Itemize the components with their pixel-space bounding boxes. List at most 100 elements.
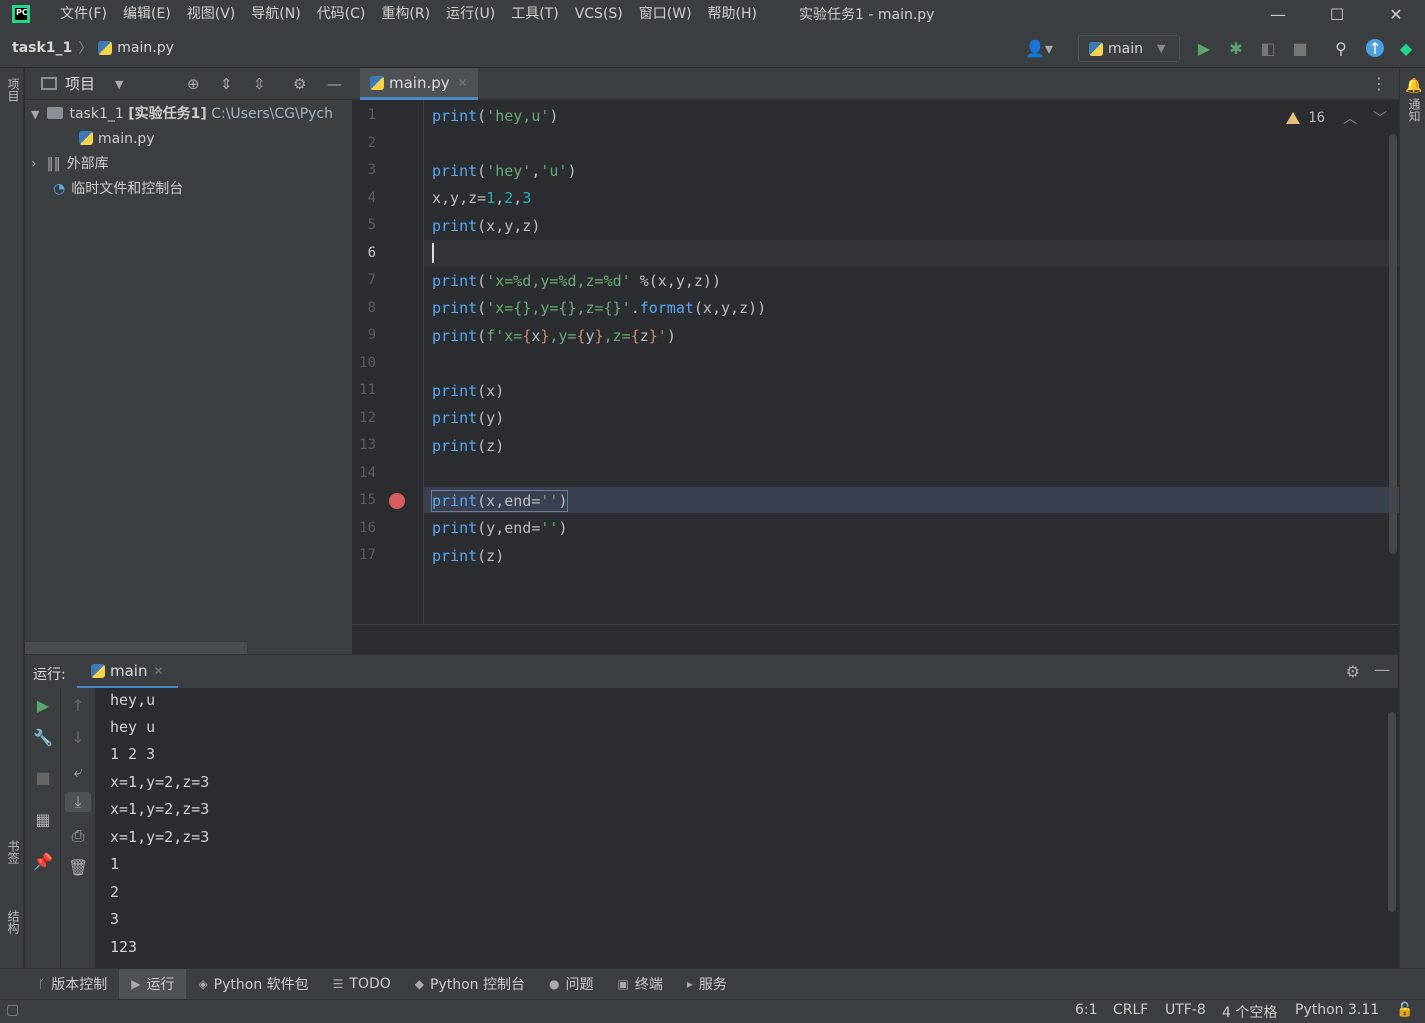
main-menu: 文件(F) 编辑(E) 视图(V) 导航(N) 代码(C) 重构(R) 运行(U… — [52, 0, 765, 28]
current-line-highlight — [352, 240, 1399, 266]
arrow-down-icon[interactable]: ↓ — [68, 728, 88, 747]
tree-item-external-libraries[interactable]: › ‖‖ 外部库 — [31, 152, 109, 177]
layers-icon: ◈ — [198, 977, 208, 991]
rerun-icon[interactable]: ▶ — [33, 696, 53, 715]
project-tool-tab[interactable]: 项目 — [2, 78, 22, 102]
menu-navigate[interactable]: 导航(N) — [243, 0, 308, 28]
run-icon[interactable]: ▶ — [1195, 39, 1213, 58]
trash-icon[interactable]: 🗑 — [68, 858, 88, 877]
left-tool-stripe: 项目 书签 结构 — [0, 68, 24, 968]
hide-icon[interactable]: — — [1374, 660, 1390, 679]
line-number: 14 — [359, 465, 376, 481]
tool-python-console[interactable]: ◆ Python 控制台 — [403, 969, 537, 1000]
layout-icon[interactable]: ▦ — [33, 810, 53, 829]
search-icon[interactable]: ⚲ — [1332, 39, 1350, 58]
code-line: print(y,end='') — [432, 519, 568, 537]
menu-code[interactable]: 代码(C) — [309, 0, 374, 28]
expand-all-icon[interactable]: ⇕ — [220, 75, 233, 93]
menu-window[interactable]: 窗口(W) — [631, 0, 700, 28]
print-icon[interactable]: ⎙ — [68, 826, 88, 846]
menu-tools[interactable]: 工具(T) — [503, 0, 566, 28]
terminal-icon: ▣ — [617, 977, 629, 991]
breakpoint-icon[interactable] — [389, 493, 405, 509]
project-panel-title[interactable]: 项目 — [65, 73, 95, 94]
file-encoding[interactable]: UTF-8 — [1165, 1002, 1206, 1018]
soft-wrap-icon[interactable]: ⤶ — [68, 762, 88, 782]
hide-icon[interactable]: — — [327, 75, 342, 93]
tool-terminal[interactable]: ▣ 终端 — [606, 969, 675, 1000]
console-line: 3 — [110, 910, 120, 928]
tool-windows-toggle-icon[interactable]: ▢ — [6, 1002, 19, 1018]
menu-view[interactable]: 视图(V) — [179, 0, 244, 28]
editor-tab-main-py[interactable]: main.py ✕ — [360, 68, 478, 100]
tool-todo[interactable]: ☰ TODO — [321, 969, 403, 1000]
tool-problems[interactable]: ● 问题 — [537, 969, 605, 1000]
menu-run[interactable]: 运行(U) — [438, 0, 503, 28]
code-line: print(x,y,z) — [432, 217, 541, 235]
chevron-right-icon[interactable]: › — [31, 156, 37, 172]
pycharm-logo-icon[interactable]: PC — [12, 5, 30, 23]
tree-item-project-root[interactable]: ▼ task1_1 [实验任务1] C:\Users\CG\Pych — [31, 102, 333, 127]
chevron-up-icon[interactable]: ︿ — [1343, 108, 1357, 128]
pin-icon[interactable]: 📌 — [33, 852, 53, 871]
console-line: 1 2 3 — [110, 745, 156, 763]
close-tab-icon[interactable]: ✕ — [153, 664, 163, 678]
tool-version-control[interactable]: ᚴ 版本控制 — [26, 969, 119, 1000]
vertical-scrollbar[interactable] — [1388, 712, 1396, 912]
plugin-icon[interactable]: ◆ — [1397, 39, 1415, 58]
vertical-scrollbar[interactable] — [1389, 134, 1397, 554]
run-tab-main[interactable]: main ✕ — [77, 655, 178, 689]
menu-refactor[interactable]: 重构(R) — [373, 0, 438, 28]
close-window-button[interactable]: ✕ — [1367, 0, 1425, 28]
gear-icon[interactable]: ⚙ — [1346, 662, 1360, 681]
notifications-tool-tab[interactable]: 通知 — [1403, 98, 1423, 122]
bookmarks-tool-tab[interactable]: 书签 — [2, 840, 22, 864]
menu-help[interactable]: 帮助(H) — [700, 0, 765, 28]
update-icon[interactable]: ↑ — [1366, 39, 1384, 58]
more-options-icon[interactable]: ⋮ — [1371, 74, 1387, 93]
caret-position[interactable]: 6:1 — [1075, 1002, 1098, 1018]
tool-python-packages[interactable]: ◈ Python 软件包 — [186, 969, 320, 1000]
minimize-button[interactable]: — — [1249, 0, 1307, 28]
tool-services[interactable]: ▸ 服务 — [675, 969, 739, 1000]
inspection-widget[interactable]: 16 ︿ ﹀ — [1286, 108, 1387, 128]
line-number: 4 — [367, 190, 376, 206]
maximize-button[interactable]: ☐ — [1308, 0, 1366, 28]
run-configuration-selector[interactable]: main ▼ — [1078, 35, 1180, 62]
stop-icon[interactable]: ■ — [1291, 39, 1309, 58]
chevron-down-icon[interactable]: ▼ — [31, 108, 39, 121]
line-separator[interactable]: CRLF — [1113, 1002, 1148, 1018]
menu-vcs[interactable]: VCS(S) — [567, 0, 631, 28]
arrow-up-icon[interactable]: ↑ — [68, 696, 88, 715]
text-caret — [432, 243, 434, 263]
tree-item-scratches[interactable]: ◔ 临时文件和控制台 — [53, 177, 183, 202]
run-console-output[interactable]: hey,u hey u 1 2 3 x=1,y=2,z=3 x=1,y=2,z=… — [95, 688, 1398, 968]
chevron-down-icon[interactable]: ▼ — [115, 78, 123, 91]
horizontal-scrollbar[interactable] — [25, 642, 247, 654]
account-icon[interactable]: 👤▾ — [1022, 39, 1056, 58]
scroll-to-end-icon[interactable]: ⤓ — [65, 792, 91, 812]
locate-icon[interactable]: ⊕ — [187, 75, 200, 93]
gear-icon[interactable]: ⚙ — [293, 75, 306, 93]
breadcrumb-file[interactable]: main.py — [117, 40, 174, 56]
python-interpreter[interactable]: Python 3.11 — [1295, 1002, 1379, 1018]
close-tab-icon[interactable]: ✕ — [458, 76, 468, 90]
menu-file[interactable]: 文件(F) — [52, 0, 115, 28]
tree-item-main-py[interactable]: main.py — [79, 127, 155, 152]
wrench-icon[interactable]: 🔧 — [33, 728, 53, 747]
menu-edit[interactable]: 编辑(E) — [115, 0, 179, 28]
coverage-icon[interactable]: ◧ — [1259, 39, 1277, 58]
code-editor[interactable]: 1 2 3 4 5 6 7 8 9 10 11 12 13 14 15 16 1… — [352, 100, 1399, 624]
indent-setting[interactable]: 4 个空格 — [1222, 1002, 1277, 1022]
python-icon — [1089, 41, 1103, 56]
stop-icon[interactable]: ■ — [33, 768, 53, 787]
tool-run[interactable]: ▶ 运行 — [119, 968, 187, 1000]
debug-icon[interactable]: ✱ — [1227, 39, 1245, 58]
editor-gutter[interactable]: 1 2 3 4 5 6 7 8 9 10 11 12 13 14 15 16 1… — [352, 100, 424, 624]
structure-tool-tab[interactable]: 结构 — [2, 910, 22, 934]
chevron-down-icon[interactable]: ﹀ — [1373, 108, 1387, 128]
breadcrumb-project[interactable]: task1_1 — [12, 40, 72, 56]
bell-icon[interactable]: 🔔 — [1405, 78, 1422, 94]
collapse-all-icon[interactable]: ⇳ — [253, 75, 266, 93]
lock-icon[interactable]: 🔓 — [1396, 1002, 1413, 1018]
